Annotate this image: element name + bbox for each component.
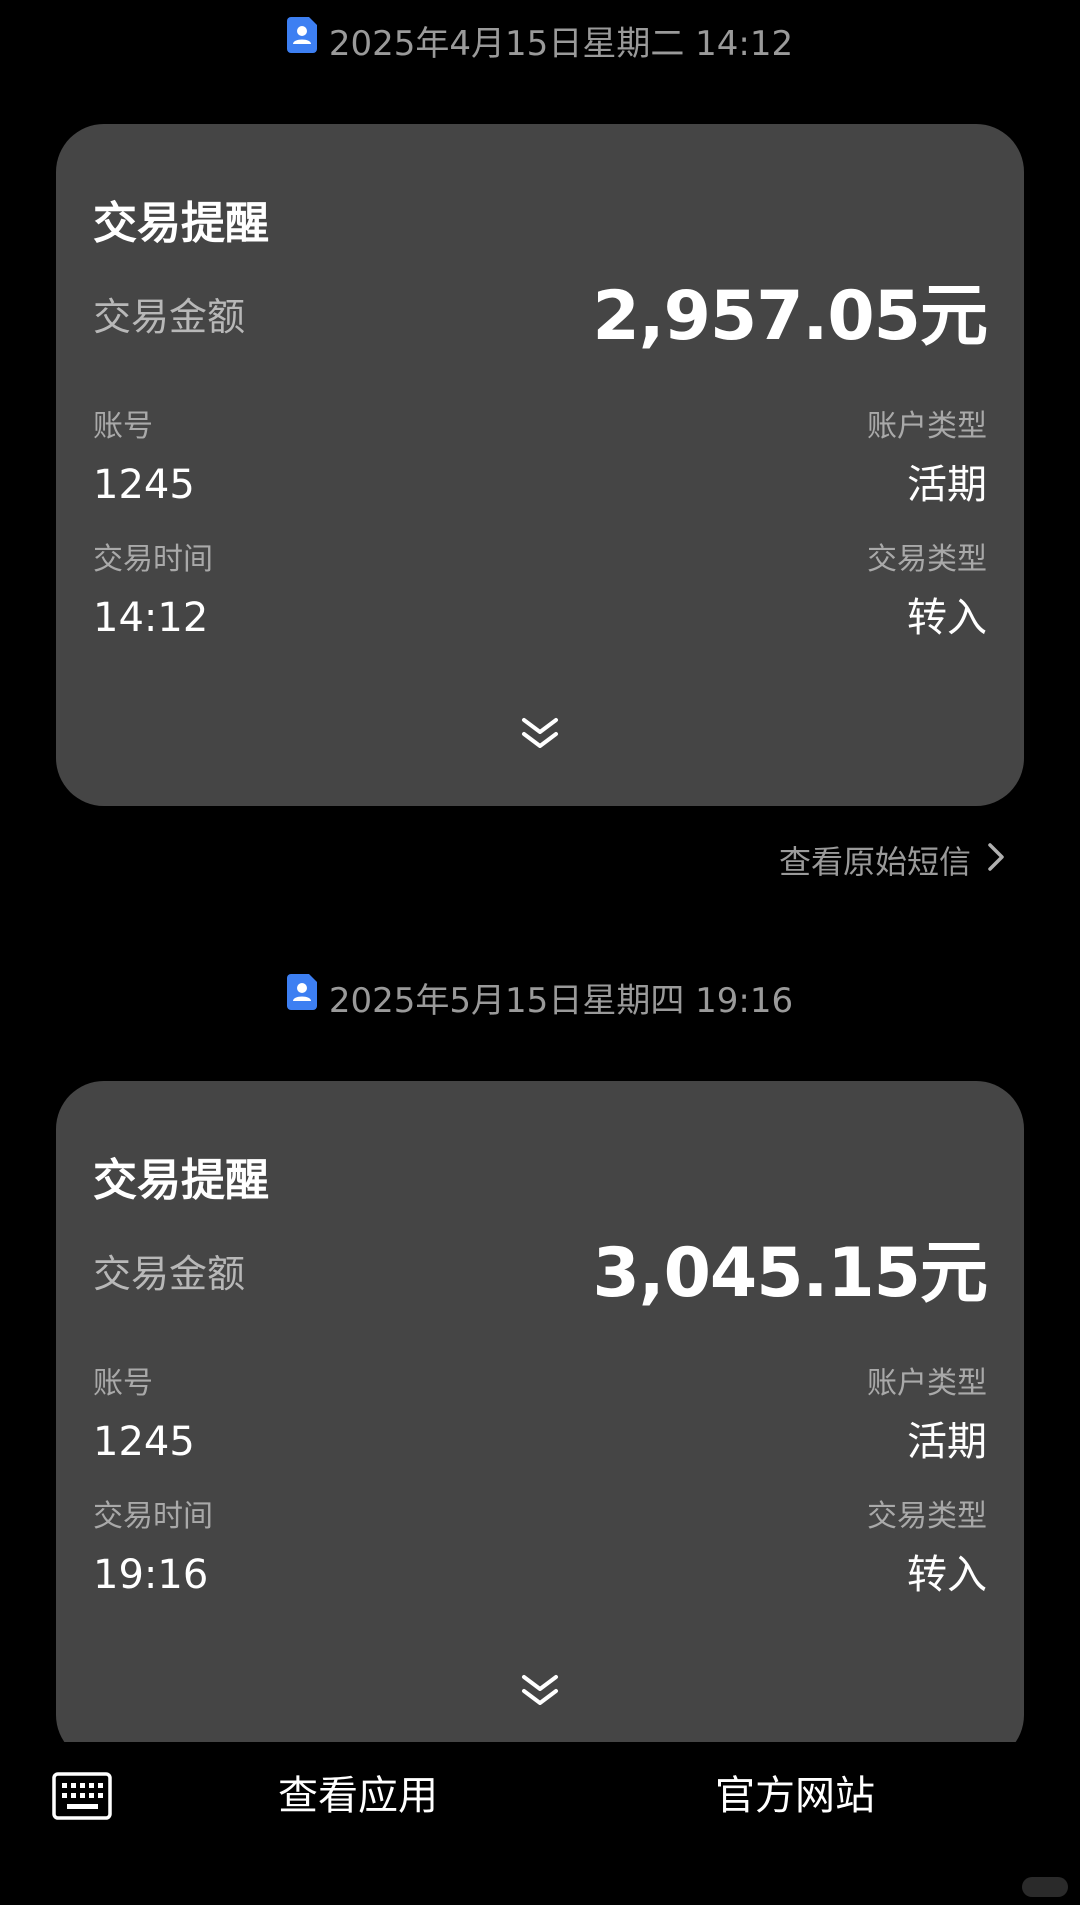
card-title: 交易提醒 [93,1155,269,1206]
transaction-type-value: 转入 [907,595,987,641]
view-original-sms-label: 查看原始短信 [778,843,971,881]
time-label: 交易时间 [93,1499,213,1534]
double-chevron-down-icon[interactable] [516,714,564,754]
keyboard-icon[interactable] [52,1772,112,1822]
timestamp-text: 2025年4月15日星期二 14:12 [328,24,794,64]
transaction-card[interactable]: 交易提醒 交易金额 2,957.05元 交易时间 14:12 交易类型 转入 账… [56,124,1024,806]
transaction-card[interactable]: 交易提醒 交易金额 3,045.15元 账号 1245 账户类型 活期 交易时间… [56,1081,1024,1742]
time-label: 交易时间 [93,542,213,577]
chevron-right-icon [987,837,1005,885]
double-chevron-down-icon[interactable] [516,1671,564,1711]
amount-label: 交易金额 [93,295,246,339]
watermark-badge [1022,1877,1068,1897]
message-timestamp: 2025年4月15日星期二 14:12 [0,17,1080,70]
transaction-type-label: 交易类型 [867,1499,987,1534]
message-feed[interactable]: 2025年4月15日星期二 14:12 交易提醒 交易金额 2,957.05元 … [0,0,1080,1742]
contact-icon [286,17,319,66]
view-original-sms-link[interactable]: 查看原始短信 [779,838,1005,888]
amount-label: 交易金额 [93,1252,246,1296]
account-label: 账号 [93,1366,153,1401]
transaction-type-label: 交易类型 [867,542,987,577]
account-type-value: 活期 [907,462,987,508]
time-value: 19:16 [93,1552,209,1598]
amount-value: 2,957.05元 [592,277,988,356]
official-website-button[interactable]: 官方网站 [715,1764,875,1828]
account-type-label: 账户类型 [867,409,987,444]
account-value: 1245 [93,1419,195,1465]
contact-icon [286,974,319,1023]
account-type-value: 活期 [907,1419,987,1465]
account-type-label: 账户类型 [867,1366,987,1401]
message-timestamp: 2025年5月15日星期四 19:16 [0,974,1080,1027]
bottom-action-bar: 查看应用 官方网站 [0,1742,1080,1905]
transaction-type-value: 转入 [907,1552,987,1598]
view-app-button[interactable]: 查看应用 [278,1764,438,1828]
card-title: 交易提醒 [93,198,269,249]
timestamp-text: 2025年5月15日星期四 19:16 [328,981,794,1021]
account-label: 账号 [93,409,153,444]
account-value: 1245 [93,462,195,508]
time-value: 14:12 [93,595,209,641]
amount-value: 3,045.15元 [592,1234,988,1313]
